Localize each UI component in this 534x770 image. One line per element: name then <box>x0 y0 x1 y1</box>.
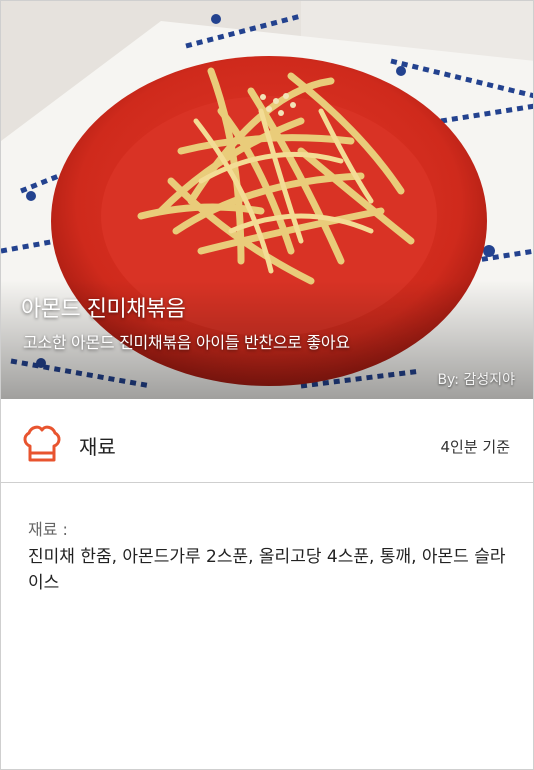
serving-size: 4인분 기준 <box>440 438 510 456</box>
section-title: 재료 <box>79 435 116 459</box>
recipe-subtitle: 고소한 아몬드 진미채볶음 아이들 반찬으로 좋아요 <box>23 333 350 352</box>
ingredients-header: 재료 4인분 기준 <box>1 399 533 483</box>
author-credit: By: 감성지야 <box>437 372 515 388</box>
chef-hat-icon <box>23 425 61 462</box>
recipe-title: 아몬드 진미채볶음 <box>21 297 186 322</box>
hero-image: 아몬드 진미채볶음 고소한 아몬드 진미채볶음 아이들 반찬으로 좋아요 By:… <box>1 1 533 399</box>
recipe-card: 아몬드 진미채볶음 고소한 아몬드 진미채볶음 아이들 반찬으로 좋아요 By:… <box>0 0 534 770</box>
ingredients-list: 진미채 한줌, 아몬드가루 2스푼, 올리고당 4스푼, 통깨, 아몬드 슬라이… <box>28 547 506 593</box>
ingredients-label: 재료 : <box>28 520 68 539</box>
